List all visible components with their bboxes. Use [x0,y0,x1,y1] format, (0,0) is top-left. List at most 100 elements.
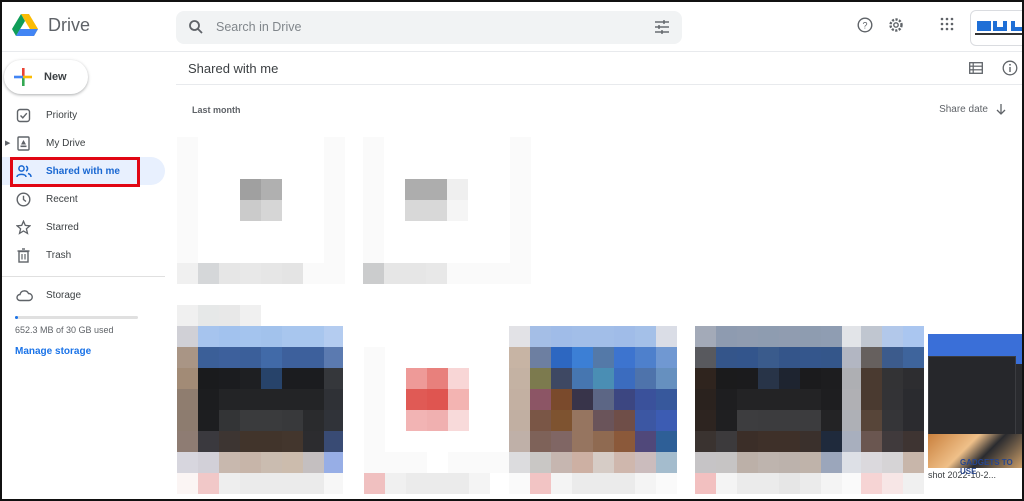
thumbnail-pixel [530,389,551,410]
sidebar-item-recent[interactable]: Recent [0,185,165,213]
thumbnail-pixel [385,389,406,410]
list-view-icon[interactable] [969,62,983,74]
thumbnail-pixel [447,221,468,242]
thumbnail-pixel [261,263,282,284]
thumbnail-pixel [635,389,656,410]
sidebar-item-priority[interactable]: Priority [0,101,165,129]
search-bar[interactable]: Search in Drive [176,11,682,44]
apps-grid-icon[interactable] [940,17,954,31]
thumbnail-pixel [903,368,924,389]
thumbnail-pixel [469,368,490,389]
thumbnail-pixel [427,452,448,473]
thumbnail-pixel [177,431,198,452]
thumbnail-pixel [509,452,530,473]
thumbnail-pixel [177,158,198,179]
sidebar-item-starred[interactable]: Starred [0,213,165,241]
file-card[interactable] [177,137,345,284]
thumbnail-pixel [509,473,530,494]
help-icon[interactable]: ? [857,17,873,33]
thumbnail-pixel [490,347,511,368]
thumbnail-pixel [448,410,469,431]
thumbnail-pixel [614,368,635,389]
thumbnail-pixel [882,452,903,473]
sort-label: Share date [939,103,988,115]
file-card[interactable] [861,326,924,494]
settings-icon[interactable] [888,17,904,33]
thumbnail-pixel [343,452,364,473]
thumbnail-pixel [324,368,345,389]
thumbnail-pixel [509,431,530,452]
file-card-thumbnail[interactable] [928,334,1024,468]
file-card[interactable] [343,326,511,494]
thumbnail-pixel [656,347,677,368]
file-name-blurred[interactable] [177,305,261,326]
thumbnail-pixel [364,473,385,494]
thumbnail-pixel [261,137,282,158]
file-card[interactable] [509,326,677,494]
thumbnail-pixel [448,452,469,473]
thumbnail-pixel [490,473,511,494]
search-icon[interactable] [188,19,204,35]
thumbnail-pixel [737,452,758,473]
thumbnail-dialog [928,356,1016,438]
sidebar-item-my-drive[interactable]: ▶ My Drive [0,129,165,157]
account-avatar[interactable] [970,10,1024,46]
sidebar-item-trash[interactable]: Trash [0,241,165,269]
thumbnail-pixel [240,242,261,263]
file-card[interactable] [177,326,345,494]
file-card[interactable] [363,137,531,284]
sort-arrow-down-icon[interactable] [996,103,1006,115]
file-card[interactable] [695,326,863,494]
thumbnail-pixel [800,452,821,473]
thumbnail-pixel [551,368,572,389]
search-input[interactable]: Search in Drive [216,20,301,34]
thumbnail-pixel [490,368,511,389]
sidebar-item-label: Recent [46,193,78,205]
thumbnail-pixel [551,389,572,410]
thumbnail-pixel [468,200,489,221]
thumbnail-pixel [447,200,468,221]
drive-logo[interactable]: Drive [12,14,90,36]
thumbnail-pixel [363,200,384,221]
thumbnail-pixel [405,137,426,158]
sort-control[interactable]: Share date [939,103,1006,115]
sidebar-item-label: Storage [46,289,82,301]
thumbnail-pixel [343,326,364,347]
thumbnail-pixel [303,431,324,452]
new-button[interactable]: New [4,60,88,94]
thumbnail-pixel [364,452,385,473]
thumbnail-pixel [406,452,427,473]
thumbnail-pixel [406,368,427,389]
thumbnail-pixel [240,263,261,284]
thumbnail-pixel [343,431,364,452]
thumbnail-pixel [716,347,737,368]
thumbnail-pixel [282,137,303,158]
thumbnail-pixel [426,179,447,200]
expand-caret-icon[interactable]: ▶ [5,139,10,147]
thumbnail-pixel [551,347,572,368]
thumbnail-pixel [177,242,198,263]
sidebar-item-label: My Drive [46,137,86,149]
thumbnail-pixel [593,326,614,347]
thumbnail-pixel [530,326,551,347]
info-icon[interactable] [1002,60,1018,76]
thumbnail-pixel [261,347,282,368]
sidebar-item-storage[interactable]: Storage [0,281,165,309]
thumbnail-pixel [489,200,510,221]
thumbnail-pixel [695,431,716,452]
thumbnail-pixel [635,368,656,389]
thumbnail-pixel [509,410,530,431]
thumbnail-pixel [240,452,261,473]
thumbnail-pixel [469,431,490,452]
thumbnail-pixel [448,389,469,410]
search-options-icon[interactable] [654,19,670,35]
thumbnail-pixel [363,179,384,200]
thumbnail-pixel [324,158,345,179]
thumbnail-pixel [510,158,531,179]
thumbnail-pixel [261,326,282,347]
thumbnail-pixel [737,473,758,494]
thumbnail-pixel [737,389,758,410]
thumbnail-pixel [551,410,572,431]
manage-storage-link[interactable]: Manage storage [15,346,91,357]
thumbnail-pixel [779,389,800,410]
